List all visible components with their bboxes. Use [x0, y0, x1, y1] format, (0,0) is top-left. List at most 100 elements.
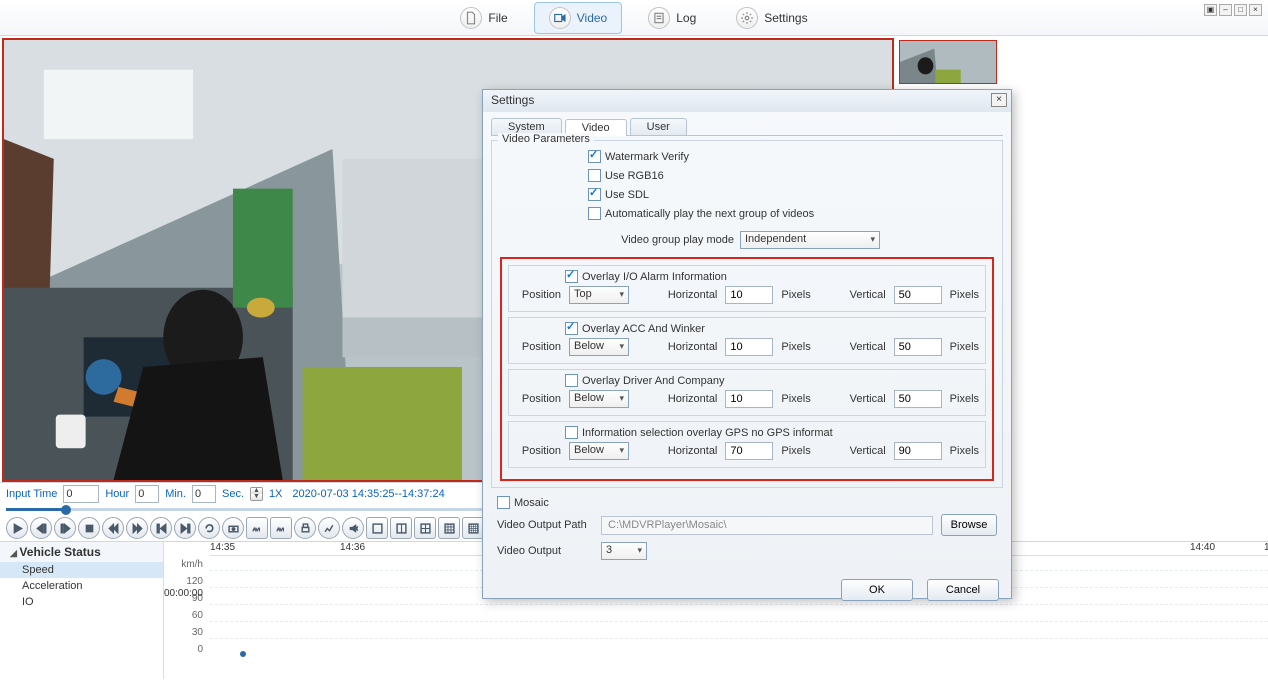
- io-h-field[interactable]: [725, 286, 773, 304]
- loop-button[interactable]: [198, 517, 220, 539]
- ffwd-button[interactable]: [126, 517, 148, 539]
- top-toolbar: File Video Log Settings ▣ – □ ×: [0, 0, 1268, 36]
- dialog-title: Settings ×: [483, 90, 1011, 112]
- layout-4-button[interactable]: [414, 517, 436, 539]
- chk-overlay-acc[interactable]: [565, 322, 578, 335]
- chk-overlay-gps[interactable]: [565, 426, 578, 439]
- vehicle-status-title: Vehicle Status: [0, 542, 163, 562]
- log-icon: [648, 7, 670, 29]
- video-output-path-field[interactable]: C:\MDVRPlayer\Mosaic\: [601, 516, 933, 535]
- video-output-path-label: Video Output Path: [497, 519, 593, 531]
- window-controls: ▣ – □ ×: [1204, 4, 1262, 16]
- dialog-footer: OK Cancel: [483, 571, 1011, 609]
- chk-watermark[interactable]: [588, 150, 601, 163]
- browse-button[interactable]: Browse: [941, 514, 997, 536]
- video-params-fieldset: Video Parameters Watermark Verify Use RG…: [491, 140, 1003, 488]
- chk-sdl[interactable]: [588, 188, 601, 201]
- settings-icon: [736, 7, 758, 29]
- overlay-settings-frame: Overlay I/O Alarm Information Position T…: [500, 257, 994, 481]
- layout-16-button[interactable]: [462, 517, 484, 539]
- video-output-label: Video Output: [497, 545, 593, 557]
- camera-thumbnail[interactable]: [899, 40, 997, 84]
- time-range: 2020-07-03 14:35:25--14:37:24: [292, 488, 444, 500]
- tab-video[interactable]: Video: [534, 2, 622, 34]
- avi2-button[interactable]: AVI: [270, 517, 292, 539]
- win-btn-min[interactable]: –: [1219, 4, 1232, 16]
- svg-text:AVI: AVI: [252, 526, 259, 531]
- next-button[interactable]: [174, 517, 196, 539]
- sec-spinner[interactable]: ▲▼: [250, 487, 263, 501]
- sec-label: Sec.: [222, 488, 244, 500]
- chart-time-zero: 00:00:00: [164, 588, 203, 599]
- chk-mosaic[interactable]: [497, 496, 510, 509]
- hour-field[interactable]: [135, 485, 159, 503]
- overlay-driver-block: Overlay Driver And Company Position Belo…: [508, 369, 986, 416]
- prev-button[interactable]: [150, 517, 172, 539]
- play-button[interactable]: [6, 517, 28, 539]
- chk-autoplay[interactable]: [588, 207, 601, 220]
- input-time-field[interactable]: [63, 485, 99, 503]
- gps-h-field[interactable]: [725, 442, 773, 460]
- dtab-user[interactable]: User: [630, 118, 687, 135]
- file-icon: [460, 7, 482, 29]
- tab-file-label: File: [488, 11, 507, 25]
- chk-overlay-driver[interactable]: [565, 374, 578, 387]
- svg-text:AVI: AVI: [276, 526, 283, 531]
- acc-h-field[interactable]: [725, 338, 773, 356]
- layout-2-button[interactable]: [390, 517, 412, 539]
- fieldset-label: Video Parameters: [498, 133, 594, 145]
- tab-video-label: Video: [577, 11, 607, 25]
- driver-h-field[interactable]: [725, 390, 773, 408]
- input-time-label: Input Time: [6, 488, 57, 500]
- min-field[interactable]: [192, 485, 216, 503]
- vstatus-item-accel[interactable]: Acceleration: [0, 578, 163, 594]
- overlay-io-block: Overlay I/O Alarm Information Position T…: [508, 265, 986, 312]
- chk-rgb16[interactable]: [588, 169, 601, 182]
- vehicle-status-list: Vehicle Status Speed Acceleration IO: [0, 542, 164, 679]
- ok-button[interactable]: OK: [841, 579, 913, 601]
- layout-1-button[interactable]: [366, 517, 388, 539]
- mute-button[interactable]: [342, 517, 364, 539]
- driver-v-field[interactable]: [894, 390, 942, 408]
- pos-gps-combo[interactable]: Below: [569, 442, 629, 460]
- pos-driver-combo[interactable]: Below: [569, 390, 629, 408]
- speed-label: 1X: [269, 488, 282, 500]
- acc-v-field[interactable]: [894, 338, 942, 356]
- tab-log[interactable]: Log: [634, 2, 710, 34]
- cancel-button[interactable]: Cancel: [927, 579, 999, 601]
- hour-label: Hour: [105, 488, 129, 500]
- rewind-button[interactable]: [102, 517, 124, 539]
- step-back-button[interactable]: [30, 517, 52, 539]
- settings-dialog: Settings × System Video User Video Param…: [482, 89, 1012, 599]
- min-label: Min.: [165, 488, 186, 500]
- print-button[interactable]: [294, 517, 316, 539]
- layout-9-button[interactable]: [438, 517, 460, 539]
- toolbar-tabs: File Video Log Settings: [446, 2, 821, 34]
- overlay-gps-block: Information selection overlay GPS no GPS…: [508, 421, 986, 468]
- chart-button[interactable]: [318, 517, 340, 539]
- tab-log-label: Log: [676, 11, 696, 25]
- io-v-field[interactable]: [894, 286, 942, 304]
- step-fwd-button[interactable]: [54, 517, 76, 539]
- overlay-acc-block: Overlay ACC And Winker Position Below Ho…: [508, 317, 986, 364]
- video-output-combo[interactable]: 3: [601, 542, 647, 560]
- avi-button[interactable]: AVI: [246, 517, 268, 539]
- chart-data-point: [240, 651, 246, 657]
- win-btn-max[interactable]: □: [1234, 4, 1247, 16]
- gps-v-field[interactable]: [894, 442, 942, 460]
- chart-y-labels: km/h 120 90 60 30 0: [164, 556, 206, 658]
- group-mode-combo[interactable]: Independent: [740, 231, 880, 249]
- pos-io-combo[interactable]: Top: [569, 286, 629, 304]
- vstatus-item-speed[interactable]: Speed: [0, 562, 163, 578]
- chk-overlay-io[interactable]: [565, 270, 578, 283]
- tab-file[interactable]: File: [446, 2, 521, 34]
- win-btn-1[interactable]: ▣: [1204, 4, 1217, 16]
- pos-acc-combo[interactable]: Below: [569, 338, 629, 356]
- snapshot-button[interactable]: [222, 517, 244, 539]
- vstatus-item-io[interactable]: IO: [0, 594, 163, 610]
- stop-button[interactable]: [78, 517, 100, 539]
- dialog-close-button[interactable]: ×: [991, 93, 1007, 107]
- tab-settings[interactable]: Settings: [722, 2, 821, 34]
- video-icon: [549, 7, 571, 29]
- win-btn-close[interactable]: ×: [1249, 4, 1262, 16]
